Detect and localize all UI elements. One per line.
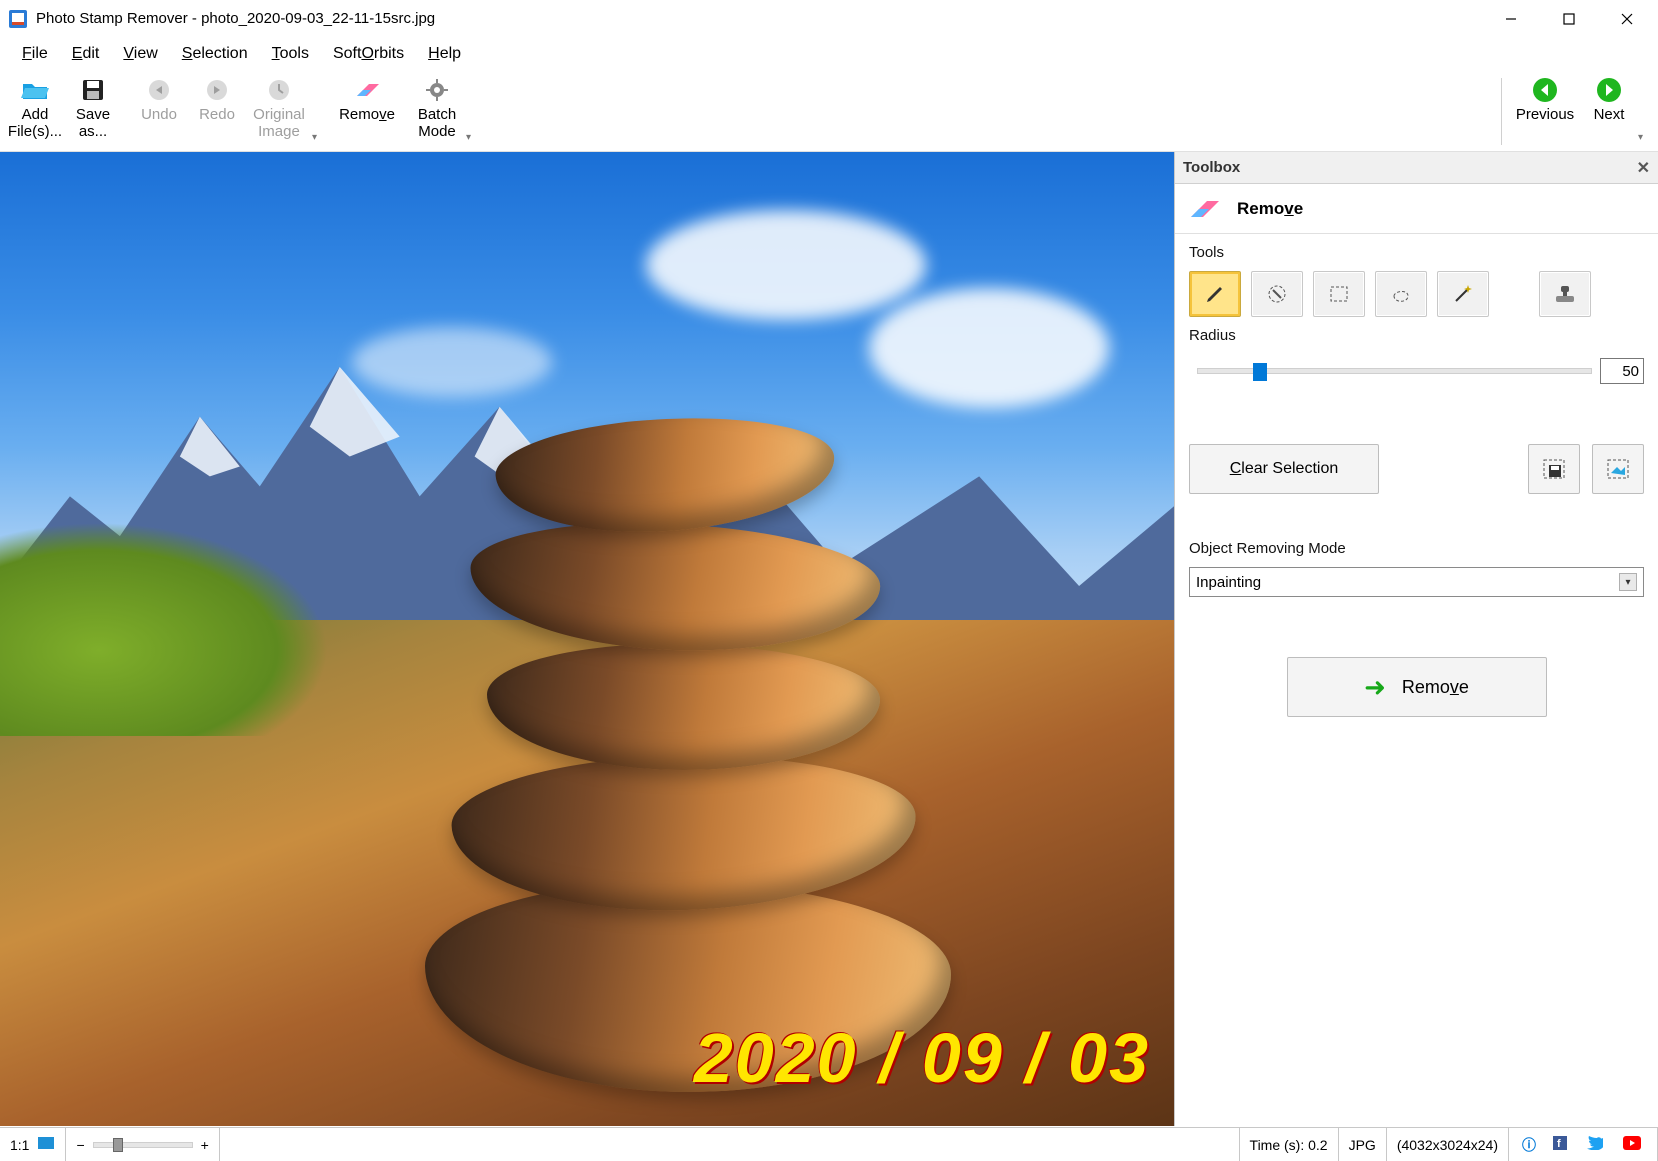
svg-text:f: f <box>1557 1138 1561 1150</box>
save-as-label: Save as... <box>64 106 122 141</box>
remove-action-label: Remove <box>1402 677 1469 698</box>
toolbar-dropdown-2[interactable]: ▾ <box>466 132 480 151</box>
original-image-label: Original Image <box>246 106 312 141</box>
titlebar: Photo Stamp Remover - photo_2020-09-03_2… <box>0 0 1658 38</box>
remove-button[interactable]: Remove <box>334 72 400 151</box>
mode-dropdown[interactable]: Inpainting ▾ <box>1189 567 1644 597</box>
batch-mode-button[interactable]: Batch Mode <box>408 72 466 151</box>
history-icon <box>265 76 293 104</box>
radius-input[interactable] <box>1600 358 1644 384</box>
original-image-button[interactable]: Original Image <box>246 72 312 151</box>
social-cell: ⓘ f <box>1509 1128 1658 1161</box>
eraser-icon <box>353 76 381 104</box>
next-button[interactable]: Next <box>1580 72 1638 151</box>
remove-label: Remove <box>339 106 395 123</box>
save-icon <box>79 76 107 104</box>
menu-view[interactable]: View <box>113 41 167 67</box>
menu-softorbits[interactable]: SoftOrbits <box>323 41 414 67</box>
toolbar-dropdown-1[interactable]: ▾ <box>312 132 326 151</box>
toolbar: Add File(s)... Save as... Undo Redo Orig… <box>0 70 1658 152</box>
previous-label: Previous <box>1516 106 1574 123</box>
menu-tools[interactable]: Tools <box>262 41 319 67</box>
toolbox-title: Toolbox <box>1183 159 1240 176</box>
fit-screen-icon[interactable] <box>37 1136 55 1153</box>
format-cell: JPG <box>1339 1128 1387 1161</box>
redo-icon <box>203 76 231 104</box>
radius-label: Radius <box>1189 327 1644 344</box>
tool-magic-wand[interactable] <box>1437 271 1489 317</box>
load-selection-button[interactable] <box>1592 444 1644 494</box>
undo-icon <box>145 76 173 104</box>
gear-icon <box>423 76 451 104</box>
zoom-ratio[interactable]: 1:1 <box>0 1128 66 1161</box>
remove-action-button[interactable]: ➜ Remove <box>1287 657 1547 717</box>
remove-section-header: Remove <box>1175 184 1658 234</box>
chevron-down-icon: ▾ <box>1619 573 1637 591</box>
window-title: Photo Stamp Remover - photo_2020-09-03_2… <box>36 10 1482 27</box>
save-selection-button[interactable] <box>1528 444 1580 494</box>
undo-label: Undo <box>141 106 177 123</box>
tool-deselect-brush[interactable] <box>1251 271 1303 317</box>
add-files-label: Add File(s)... <box>6 106 64 141</box>
zoom-ratio-label: 1:1 <box>10 1137 29 1153</box>
menu-file[interactable]: File <box>12 41 58 67</box>
toolbar-dropdown-3[interactable]: ▾ <box>1638 132 1652 151</box>
twitter-icon[interactable] <box>1584 1136 1606 1153</box>
menu-selection[interactable]: Selection <box>172 41 258 67</box>
app-icon <box>8 9 28 29</box>
zoom-slider[interactable] <box>93 1142 193 1148</box>
remove-section-label: Remove <box>1237 199 1303 219</box>
redo-button[interactable]: Redo <box>188 72 246 151</box>
toolbox-header: Toolbox ✕ <box>1175 152 1658 184</box>
photo-content: 2020 / 09 / 03 <box>0 152 1174 1126</box>
date-stamp-overlay: 2020 / 09 / 03 <box>694 1018 1150 1098</box>
clear-selection-button[interactable]: Clear Selection <box>1189 444 1379 494</box>
tool-lasso[interactable] <box>1375 271 1427 317</box>
add-files-button[interactable]: Add File(s)... <box>6 72 64 151</box>
zoom-in-button[interactable]: + <box>201 1137 209 1153</box>
mode-value: Inpainting <box>1196 574 1261 591</box>
menubar: File Edit View Selection Tools SoftOrbit… <box>0 38 1658 70</box>
arrow-right-icon <box>1595 76 1623 104</box>
tool-rect-select[interactable] <box>1313 271 1365 317</box>
close-button[interactable] <box>1598 0 1656 37</box>
folder-open-icon <box>21 76 49 104</box>
menu-help[interactable]: Help <box>418 41 471 67</box>
zoom-slider-cell: − + <box>66 1128 219 1161</box>
toolbox-close-icon[interactable]: ✕ <box>1637 158 1650 178</box>
eraser-large-icon <box>1187 197 1221 221</box>
toolbox-panel: Toolbox ✕ Remove Tools Radius <box>1175 152 1658 1126</box>
undo-button[interactable]: Undo <box>130 72 188 151</box>
batch-mode-label: Batch Mode <box>408 106 466 141</box>
save-as-button[interactable]: Save as... <box>64 72 122 151</box>
previous-button[interactable]: Previous <box>1510 72 1580 151</box>
radius-slider[interactable] <box>1197 368 1592 374</box>
youtube-icon[interactable] <box>1620 1136 1644 1153</box>
tool-clone-stamp[interactable] <box>1539 271 1591 317</box>
tool-selector <box>1189 271 1644 317</box>
info-icon[interactable]: ⓘ <box>1522 1135 1536 1155</box>
dims-cell: (4032x3024x24) <box>1387 1128 1509 1161</box>
arrow-left-icon <box>1531 76 1559 104</box>
facebook-icon[interactable]: f <box>1550 1136 1570 1153</box>
zoom-out-button[interactable]: − <box>76 1137 84 1153</box>
tool-pencil[interactable] <box>1189 271 1241 317</box>
menu-edit[interactable]: Edit <box>62 41 110 67</box>
maximize-button[interactable] <box>1540 0 1598 37</box>
tools-label: Tools <box>1189 244 1644 261</box>
next-label: Next <box>1594 106 1625 123</box>
statusbar: 1:1 − + Time (s): 0.2 JPG (4032x3024x24)… <box>0 1127 1658 1161</box>
arrow-right-green-icon: ➜ <box>1364 672 1386 703</box>
redo-label: Redo <box>199 106 235 123</box>
time-cell: Time (s): 0.2 <box>1240 1128 1339 1161</box>
image-canvas[interactable]: 2020 / 09 / 03 <box>0 152 1175 1126</box>
mode-label: Object Removing Mode <box>1189 540 1644 557</box>
minimize-button[interactable] <box>1482 0 1540 37</box>
